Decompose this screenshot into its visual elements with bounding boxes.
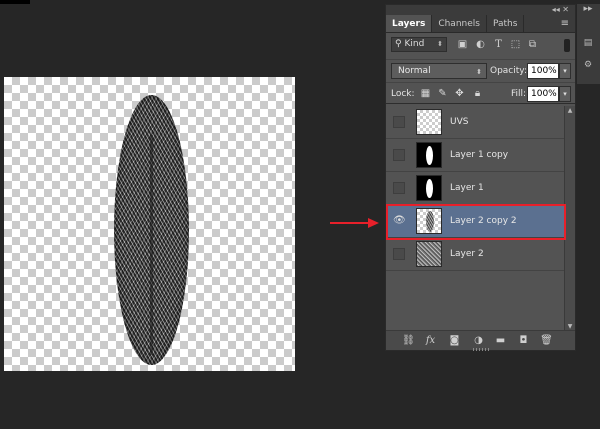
smart-object-filter-icon[interactable]: ⧉	[526, 38, 539, 51]
layer-row[interactable]: Layer 2	[386, 238, 564, 271]
visibility-toggle[interactable]	[393, 149, 405, 161]
layer-row[interactable]: UVS	[386, 106, 564, 139]
collapse-icon[interactable]: ◂◂ ✕	[552, 5, 569, 15]
panel-tabs: Layers Channels Paths ≡	[386, 15, 575, 33]
kind-label: Kind	[404, 39, 425, 49]
layer-thumbnail	[416, 241, 442, 267]
adjustment-filter-icon[interactable]: ◐	[474, 38, 487, 51]
tab-layers[interactable]: Layers	[386, 15, 433, 32]
visibility-toggle[interactable]	[393, 116, 405, 128]
layer-row[interactable]: Layer 1	[386, 172, 564, 205]
panel-menu-icon[interactable]: ≡	[561, 18, 569, 29]
blend-mode-value: Normal	[398, 66, 431, 76]
dock-collapse-icon[interactable]: ▸▸	[580, 4, 596, 18]
lock-position-icon[interactable]: ✥	[454, 88, 465, 99]
layers-panel: ◂◂ ✕ Layers Channels Paths ≡ ⚲ Kind ⬍ ▣ …	[385, 4, 576, 351]
red-arrow-icon	[330, 218, 379, 228]
lock-all-icon[interactable]: 🔒︎	[472, 88, 483, 99]
feather-texture	[114, 95, 189, 365]
opacity-label: Opacity:	[490, 66, 527, 76]
lock-transparent-icon[interactable]: ▦	[420, 88, 431, 99]
dock-panel-icon[interactable]: ⚙	[580, 60, 596, 74]
layer-thumbnail	[416, 109, 442, 135]
layer-thumbnail	[416, 175, 442, 201]
layer-name: Layer 2	[450, 249, 484, 259]
visibility-toggle[interactable]	[393, 248, 405, 260]
opacity-input[interactable]: 100%	[527, 63, 559, 79]
select-arrows-icon: ⬍	[476, 68, 482, 76]
lock-image-icon[interactable]: ✎	[437, 88, 448, 99]
layer-row[interactable]: Layer 1 copy	[386, 139, 564, 172]
new-layer-icon[interactable]: ◘	[517, 335, 530, 347]
panel-header: ◂◂ ✕	[386, 5, 575, 15]
dock-panel-icon[interactable]: ▤	[580, 38, 596, 52]
right-dock: ▸▸ ▤ ⚙	[577, 4, 600, 84]
fill-dropdown-icon[interactable]: ▾	[559, 86, 571, 102]
delete-layer-icon[interactable]: 🗑︎	[540, 335, 553, 347]
visibility-toggle[interactable]	[393, 182, 405, 194]
shape-filter-icon[interactable]: ⬚	[509, 38, 522, 51]
lock-row: Lock: ▦ ✎ ✥ 🔒︎ Fill: 100% ▾	[386, 82, 575, 104]
lock-label: Lock:	[391, 89, 415, 99]
filter-row: ⚲ Kind ⬍ ▣ ◐ T ⬚ ⧉	[386, 34, 575, 58]
blend-mode-select[interactable]: Normal ⬍	[391, 63, 487, 79]
document-canvas[interactable]	[4, 77, 295, 371]
filter-toggle[interactable]	[564, 39, 570, 52]
layers-bottom-toolbar: ⛓ fx ◙ ◑ ▬ ◘ 🗑︎	[386, 330, 575, 351]
link-layers-icon[interactable]: ⛓	[402, 335, 415, 347]
kind-filter-select[interactable]: ⚲ Kind ⬍	[391, 37, 447, 52]
scroll-up-icon[interactable]: ▲	[565, 106, 575, 116]
layer-thumbnail	[416, 142, 442, 168]
selected-layer-highlight	[386, 204, 566, 240]
layers-list: UVS Layer 1 copy Layer 1 👁︎ Layer 2 copy…	[386, 106, 564, 271]
tab-channels[interactable]: Channels	[432, 15, 487, 32]
new-group-icon[interactable]: ▬	[494, 335, 507, 347]
image-filter-icon[interactable]: ▣	[456, 38, 469, 51]
search-icon: ⚲	[395, 39, 402, 49]
layer-name: Layer 1 copy	[450, 150, 509, 160]
add-mask-icon[interactable]: ◙	[448, 335, 461, 347]
top-strip	[0, 0, 30, 4]
type-filter-icon[interactable]: T	[492, 38, 505, 51]
adjustment-layer-icon[interactable]: ◑	[472, 335, 485, 347]
fill-input[interactable]: 100%	[527, 86, 559, 102]
blend-row: Normal ⬍ Opacity: 100% ▾	[386, 59, 575, 81]
opacity-dropdown-icon[interactable]: ▾	[559, 63, 571, 79]
select-arrows-icon: ⬍	[437, 40, 443, 48]
fill-label: Fill:	[511, 89, 527, 99]
tab-paths[interactable]: Paths	[487, 15, 525, 32]
layer-name: Layer 1	[450, 183, 484, 193]
fx-icon[interactable]: fx	[424, 335, 437, 347]
resize-grip[interactable]	[473, 348, 489, 351]
layer-name: UVS	[450, 117, 469, 127]
